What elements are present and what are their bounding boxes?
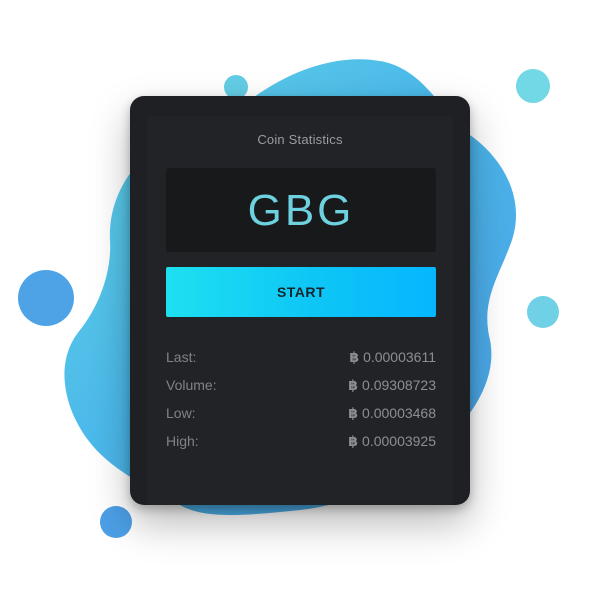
coin-symbol-display: GBG <box>166 168 436 252</box>
coin-statistics-card: Coin Statistics GBG START Last: ฿ 0.00003… <box>130 96 470 505</box>
stats-list: Last: ฿ 0.00003611 Volume: ฿ 0.09308723 Lo… <box>166 343 436 455</box>
stat-row-low: Low: ฿ 0.00003468 <box>166 399 436 427</box>
blob-circle-right <box>527 296 559 328</box>
blob-circle-left <box>18 270 74 326</box>
bitcoin-icon: ฿ <box>348 432 359 449</box>
blob-circle-bottom-left <box>100 506 132 538</box>
stat-row-last: Last: ฿ 0.00003611 <box>166 343 436 371</box>
stat-value-text: 0.00003925 <box>362 432 436 449</box>
blob-circle-top-right <box>516 69 550 103</box>
stat-row-volume: Volume: ฿ 0.09308723 <box>166 371 436 399</box>
stat-label: Low: <box>166 405 196 421</box>
bitcoin-icon: ฿ <box>348 404 359 421</box>
card-title: Coin Statistics <box>257 132 343 147</box>
stat-value-text: 0.00003468 <box>362 404 436 421</box>
stat-value-text: 0.09308723 <box>362 376 436 393</box>
stat-value-text: 0.00003611 <box>363 348 436 365</box>
stat-label: Volume: <box>166 377 217 393</box>
stat-value: ฿ 0.00003611 <box>349 349 436 366</box>
coin-symbol-text: GBG <box>247 186 355 235</box>
bitcoin-icon: ฿ <box>348 376 359 393</box>
stat-label: Last: <box>166 349 197 365</box>
page-background: Coin Statistics GBG START Last: ฿ 0.00003… <box>0 0 600 600</box>
stat-value: ฿ 0.00003468 <box>348 405 436 422</box>
bitcoin-icon: ฿ <box>349 348 360 365</box>
start-button[interactable]: START <box>166 267 436 317</box>
stat-value: ฿ 0.09308723 <box>348 377 436 394</box>
stat-label: High: <box>166 433 199 449</box>
stat-row-high: High: ฿ 0.00003925 <box>166 427 436 455</box>
stat-value: ฿ 0.00003925 <box>348 433 436 450</box>
